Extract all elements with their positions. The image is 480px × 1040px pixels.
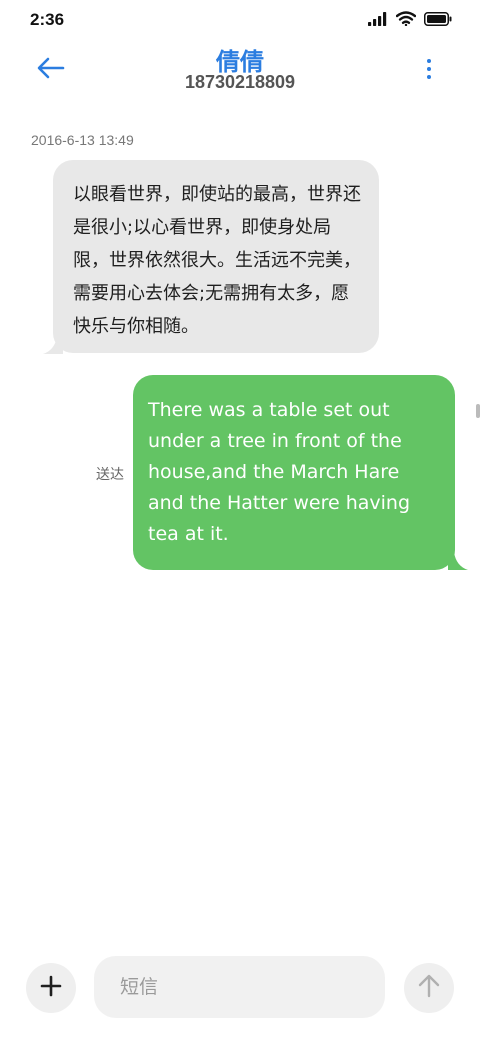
send-button[interactable] — [404, 963, 454, 1013]
signal-icon — [368, 11, 388, 30]
add-attachment-button[interactable] — [26, 963, 76, 1013]
status-bar: 2:36 — [0, 0, 480, 40]
battery-icon — [424, 11, 452, 30]
message-timestamp: 2016-6-13 13:49 — [31, 132, 134, 148]
status-icons — [368, 11, 452, 30]
contact-number: 18730218809 — [184, 72, 296, 92]
message-input[interactable] — [94, 956, 385, 1018]
incoming-message-bubble[interactable]: 以眼看世界，即使站的最高，世界还是很小;以心看世界，即使身处局限，世界依然很大。… — [53, 160, 379, 353]
more-vertical-icon — [427, 59, 431, 63]
send-arrow-icon — [418, 974, 440, 1002]
more-options-button[interactable] — [414, 54, 444, 84]
status-time: 2:36 — [30, 10, 65, 29]
outgoing-message-bubble[interactable]: There was a table set out under a tree i… — [133, 375, 455, 570]
delivery-status: 送达 — [96, 467, 124, 483]
plus-icon — [40, 975, 62, 1001]
scroll-indicator — [476, 404, 480, 418]
wifi-icon — [395, 11, 417, 30]
